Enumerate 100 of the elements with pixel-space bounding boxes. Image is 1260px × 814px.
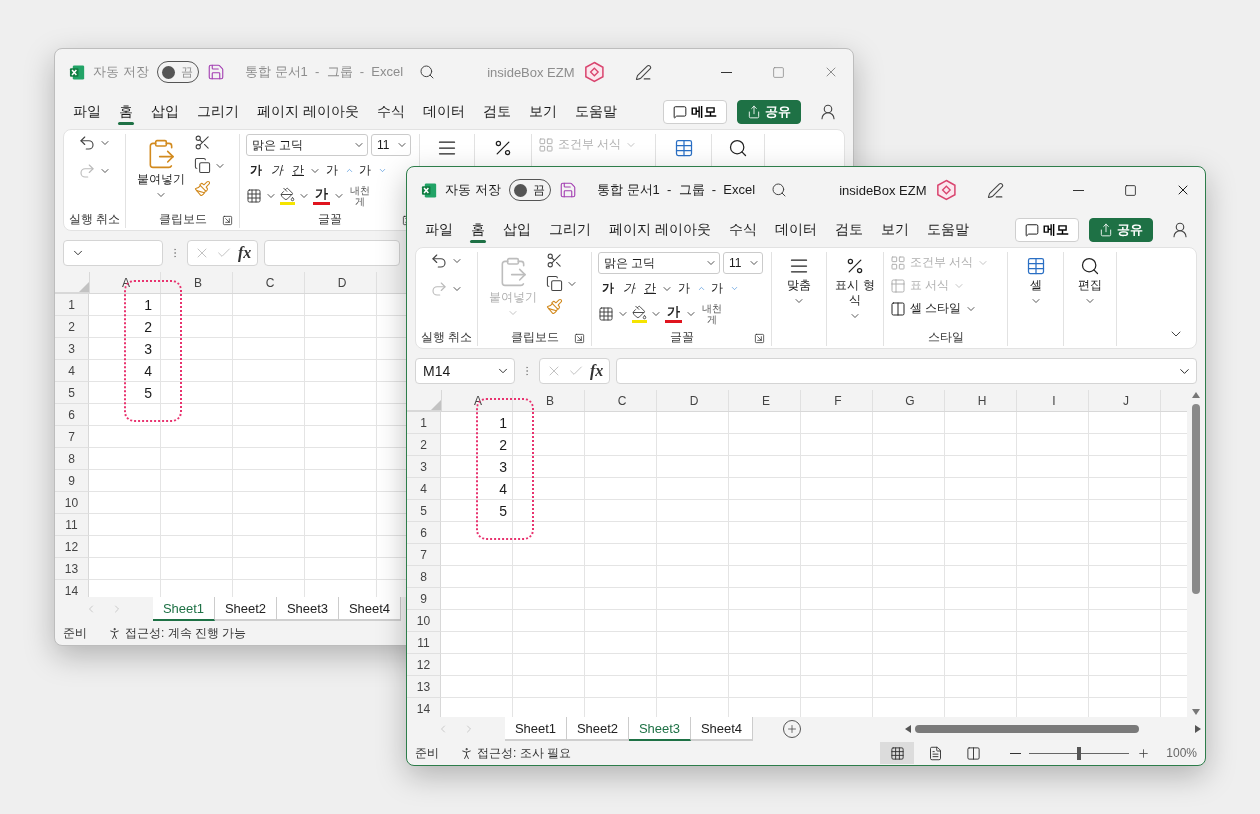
formula-input[interactable] [264,240,401,266]
cut-button[interactable] [546,252,563,269]
column-header[interactable]: J [1090,390,1162,411]
row-header[interactable]: 9 [407,588,441,610]
ribbon-tab[interactable]: 데이터 [414,97,473,127]
column-header[interactable]: F [802,390,874,411]
row-header[interactable]: 11 [407,632,441,654]
right-arrow-icon[interactable] [1195,725,1201,733]
zoom-level[interactable]: 100% [1166,746,1197,760]
number-format-button[interactable]: 표시 형식 [833,252,877,326]
horizontal-scrollbar[interactable] [905,722,1201,736]
ribbon-tab[interactable]: 수식 [720,215,765,245]
sheet-tab[interactable]: Sheet4 [339,597,401,621]
row-header[interactable]: 4 [407,478,441,500]
sheet-tab[interactable]: Sheet1 [153,597,215,621]
row-header[interactable]: 13 [407,676,441,698]
cut-button[interactable] [194,134,211,151]
normal-view-button[interactable] [880,742,915,764]
column-header[interactable]: C [234,272,306,293]
column-header[interactable]: I [1018,390,1090,411]
accessibility-status[interactable]: 접근성: 조사 필요 [477,744,571,762]
row-header[interactable]: 10 [407,610,441,632]
sheet-tab[interactable]: Sheet3 [629,717,691,741]
formula-input[interactable] [616,358,1197,384]
row-header[interactable]: 13 [55,558,89,580]
copy-button[interactable] [194,157,211,174]
ribbon-tab[interactable]: 검토 [826,215,871,245]
row-header[interactable]: 4 [55,360,89,382]
feedback-button[interactable] [819,103,837,121]
hexagon-avatar-icon[interactable] [582,60,606,84]
row-header[interactable]: 14 [55,580,89,597]
sheet-tab[interactable]: Sheet4 [691,717,753,741]
row-header[interactable]: 6 [407,522,441,544]
ribbon-tab[interactable]: 페이지 레이아웃 [601,215,719,245]
row-header[interactable]: 5 [407,500,441,522]
left-arrow-icon[interactable] [905,725,911,733]
row-header[interactable]: 14 [407,698,441,717]
row-header[interactable]: 6 [55,404,89,426]
sheet-tab[interactable]: Sheet3 [277,597,339,621]
column-header[interactable]: C [586,390,658,411]
grow-font-button[interactable]: 가 [322,160,342,181]
up-arrow-icon[interactable] [1192,392,1200,398]
font-color-button[interactable]: 가 [665,305,682,323]
ribbon-tab[interactable]: 삽입 [495,215,539,245]
column-header[interactable]: D [306,272,378,293]
italic-button[interactable]: 가 [619,278,639,299]
editing-button[interactable]: 편집 [1076,252,1104,311]
pen-button[interactable] [635,63,653,81]
row-header[interactable]: 2 [55,316,89,338]
underline-button[interactable]: 간 [288,160,308,181]
ribbon-tab[interactable]: 파일 [417,215,461,245]
row-header[interactable]: 7 [55,426,89,448]
row-header[interactable]: 10 [55,492,89,514]
italic-button[interactable]: 가 [267,160,287,181]
paste-button[interactable]: 붙여넣기 [132,134,190,205]
ribbon-tab[interactable]: 보기 [872,215,917,245]
row-header[interactable]: 12 [55,536,89,558]
memo-button[interactable]: 메모 [663,100,727,124]
ribbon-tab[interactable]: 그리기 [189,97,247,127]
insert-function-button[interactable]: fx [590,362,604,380]
phonetic-button[interactable]: 내천 게 [348,185,372,207]
sheet-tab[interactable]: Sheet1 [505,717,567,741]
ribbon-tab[interactable]: 홈 [463,215,493,245]
save-button[interactable] [206,63,225,81]
ribbon-tab[interactable]: 삽입 [143,97,187,127]
pen-button[interactable] [987,181,1005,199]
ribbon-tab[interactable]: 파일 [65,97,109,127]
name-box[interactable]: M14 [415,358,515,384]
row-header[interactable]: 1 [407,412,441,434]
scrollbar-thumb[interactable] [915,725,1139,733]
column-header[interactable]: E [730,390,802,411]
row-header[interactable]: 9 [55,470,89,492]
column-header[interactable]: B [514,390,586,411]
bold-button[interactable]: 가 [598,278,618,299]
save-button[interactable] [558,181,577,199]
cells-button[interactable]: 셀 [1023,252,1048,311]
sheet-tab[interactable]: Sheet2 [215,597,277,621]
undo-button[interactable] [430,252,448,270]
shrink-font-button[interactable]: 가 [355,160,375,181]
ribbon-tab[interactable]: 페이지 레이아웃 [249,97,367,127]
font-color-button[interactable]: 가 [313,187,330,205]
share-button[interactable]: 공유 [1089,218,1153,242]
ribbon-tab[interactable]: 보기 [520,97,565,127]
row-header[interactable]: 5 [55,382,89,404]
undo-button[interactable] [78,134,96,152]
row-header[interactable]: 11 [55,514,89,536]
row-header[interactable]: 2 [407,434,441,456]
ribbon-tab[interactable]: 도움말 [918,215,977,245]
bold-button[interactable]: 가 [246,160,266,181]
font-name-select[interactable]: 맑은 고딕 [598,252,720,274]
format-painter-button[interactable] [546,298,563,315]
row-header[interactable]: 3 [407,456,441,478]
row-header[interactable]: 3 [55,338,89,360]
scrollbar-thumb[interactable] [1192,404,1200,594]
search-button[interactable] [419,64,436,80]
phonetic-button[interactable]: 내천 게 [700,303,724,325]
search-button[interactable] [771,182,788,198]
font-name-select[interactable]: 맑은 고딕 [246,134,368,156]
font-size-select[interactable]: 11 [371,134,411,156]
borders-button[interactable] [246,188,262,204]
